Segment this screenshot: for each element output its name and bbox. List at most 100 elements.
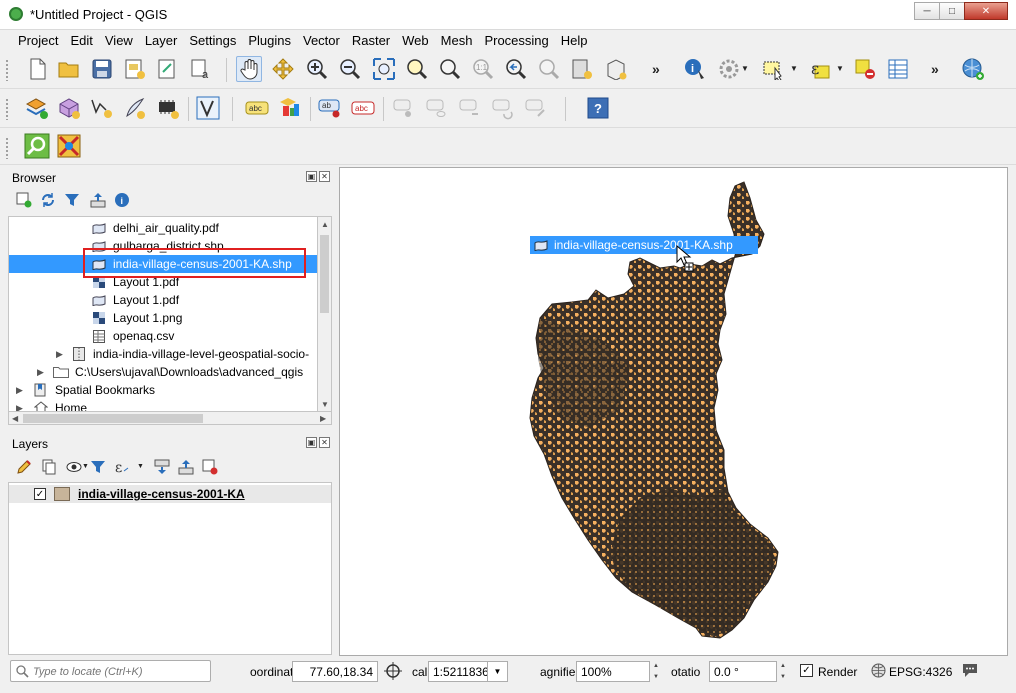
refresh-icon[interactable] — [38, 189, 58, 211]
magnifier-spinner[interactable]: ▲ ▼ — [650, 661, 662, 682]
run-feature-action-icon[interactable] — [716, 56, 742, 82]
style-manager-icon[interactable]: a — [188, 56, 214, 82]
layer-visibility-checkbox[interactable]: ✓ — [34, 488, 46, 500]
zoom-to-layer-icon[interactable] — [437, 56, 463, 82]
minimize-button[interactable]: ─ — [914, 2, 940, 20]
render-checkbox[interactable]: ✓ — [800, 664, 813, 677]
rotation-spinner[interactable]: ▲ ▼ — [777, 661, 789, 682]
layout-manager-icon[interactable] — [155, 56, 181, 82]
expression-dropdown-icon[interactable]: ▼ — [836, 64, 844, 73]
browser-horizontal-scrollbar[interactable]: ◀ ▶ — [8, 411, 332, 425]
rotate-label-icon[interactable] — [490, 95, 516, 121]
browser-item-advanced-qgis-folder[interactable]: C:\Users\ujaval\Downloads\advanced_qgis — [9, 363, 317, 381]
attribute-table-icon[interactable] — [885, 56, 911, 82]
scroll-thumb[interactable] — [320, 235, 329, 313]
filter-legend-icon[interactable] — [88, 456, 108, 478]
collapse-all-icon[interactable] — [88, 189, 108, 211]
expand-all-icon[interactable] — [152, 456, 172, 478]
maximize-button[interactable]: □ — [939, 2, 965, 20]
zoom-in-icon[interactable] — [304, 56, 330, 82]
close-button[interactable]: ✕ — [964, 2, 1008, 20]
pan-map-icon[interactable] — [236, 56, 262, 82]
browser-tree[interactable]: delhi_air_quality.pdf gulbarga_district.… — [8, 216, 318, 412]
toolbar-overflow-1[interactable]: » — [652, 61, 660, 77]
layer-row-india-village-census[interactable]: ✓ india-village-census-2001-KA — [9, 485, 331, 503]
toolbar-grip[interactable] — [5, 137, 9, 159]
open-project-icon[interactable] — [56, 56, 82, 82]
change-label-icon[interactable] — [523, 95, 549, 121]
menu-web[interactable]: Web — [396, 30, 435, 50]
menu-settings[interactable]: Settings — [183, 30, 242, 50]
diagram-options-icon[interactable] — [277, 95, 303, 121]
float-panel-button[interactable]: ▣ — [306, 437, 317, 448]
toggle-extents-icon[interactable] — [383, 661, 403, 684]
browser-item-india-geospatial-archive[interactable]: india-india-village-level-geospatial-soc… — [9, 345, 317, 363]
new-map-view-icon[interactable] — [569, 56, 595, 82]
filter-by-expression-icon[interactable]: ε — [112, 456, 134, 478]
browser-item-layout-pdf-vector[interactable]: Layout 1.pdf — [9, 291, 317, 309]
crs-globe-icon[interactable] — [871, 663, 886, 681]
toolbar-grip[interactable] — [5, 59, 9, 81]
add-group-icon[interactable] — [38, 456, 58, 478]
pin-labels-icon[interactable] — [391, 95, 417, 121]
new-print-layout-icon[interactable] — [122, 56, 148, 82]
style-layer-icon[interactable] — [14, 456, 34, 478]
toolbar-overflow-2[interactable]: » — [931, 61, 939, 77]
manage-map-themes-icon[interactable] — [64, 456, 84, 478]
menu-edit[interactable]: Edit — [64, 30, 98, 50]
zoom-to-selection-icon[interactable] — [404, 56, 430, 82]
browser-item-spatial-bookmarks[interactable]: Spatial Bookmarks — [9, 381, 317, 399]
add-wms-layer-icon[interactable] — [960, 56, 986, 82]
close-panel-button[interactable]: ✕ — [319, 171, 330, 182]
properties-info-icon[interactable]: i — [112, 189, 132, 211]
move-label-icon[interactable] — [457, 95, 483, 121]
zoom-out-icon[interactable] — [337, 56, 363, 82]
zoom-full-icon[interactable] — [371, 56, 397, 82]
menu-help[interactable]: Help — [555, 30, 594, 50]
action-dropdown-icon[interactable]: ▼ — [741, 64, 749, 73]
select-by-expression-icon[interactable]: ε — [807, 56, 833, 82]
menu-raster[interactable]: Raster — [346, 30, 396, 50]
menu-layer[interactable]: Layer — [139, 30, 184, 50]
magnifier-field[interactable]: 100% — [576, 661, 650, 682]
browser-item-delhi-air-quality[interactable]: delhi_air_quality.pdf — [9, 219, 317, 237]
digitize-toolbar-icon[interactable] — [195, 95, 221, 121]
rotation-field[interactable]: 0.0 ° — [709, 661, 777, 682]
select-features-icon[interactable] — [760, 56, 786, 82]
layers-tree[interactable]: ✓ india-village-census-2001-KA — [8, 482, 332, 655]
select-dropdown-icon[interactable]: ▼ — [790, 64, 798, 73]
identify-features-icon[interactable]: i — [682, 56, 708, 82]
deselect-features-icon[interactable] — [852, 56, 878, 82]
toolbar-grip[interactable] — [5, 98, 9, 120]
locator-input[interactable] — [33, 664, 203, 679]
collapse-all-layers-icon[interactable] — [176, 456, 196, 478]
close-panel-button[interactable]: ✕ — [319, 437, 330, 448]
scale-dropdown-icon[interactable]: ▼ — [487, 661, 508, 682]
new-geopackage-layer-icon[interactable] — [56, 95, 82, 121]
zoom-last-icon[interactable] — [503, 56, 529, 82]
messages-icon[interactable] — [961, 662, 979, 681]
locator-search[interactable] — [10, 660, 211, 682]
scroll-thumb[interactable] — [23, 414, 203, 423]
remove-layer-icon[interactable] — [200, 456, 220, 478]
scroll-down-icon[interactable]: ▼ — [321, 400, 329, 409]
menu-mesh[interactable]: Mesh — [435, 30, 479, 50]
new-memory-layer-icon[interactable] — [155, 95, 181, 121]
save-project-icon[interactable] — [89, 56, 115, 82]
browser-item-layout-png[interactable]: Layout 1.png — [9, 309, 317, 327]
data-source-manager-icon[interactable] — [24, 95, 50, 121]
zoom-next-icon[interactable] — [536, 56, 562, 82]
browser-vertical-scrollbar[interactable]: ▲ ▼ — [318, 216, 332, 412]
filter-icon[interactable] — [62, 189, 82, 211]
add-selected-layers-icon[interactable] — [14, 189, 34, 211]
menu-processing[interactable]: Processing — [478, 30, 554, 50]
toggle-label-display-icon[interactable]: abc — [350, 95, 376, 121]
browser-item-openaq-csv[interactable]: openaq.csv — [9, 327, 317, 345]
menu-project[interactable]: Project — [12, 30, 64, 50]
new-3d-map-view-icon[interactable] — [603, 56, 629, 82]
menu-view[interactable]: View — [99, 30, 139, 50]
menu-plugins[interactable]: Plugins — [242, 30, 297, 50]
scroll-up-icon[interactable]: ▲ — [321, 220, 329, 229]
scroll-right-icon[interactable]: ▶ — [320, 414, 326, 423]
scroll-left-icon[interactable]: ◀ — [12, 414, 18, 423]
